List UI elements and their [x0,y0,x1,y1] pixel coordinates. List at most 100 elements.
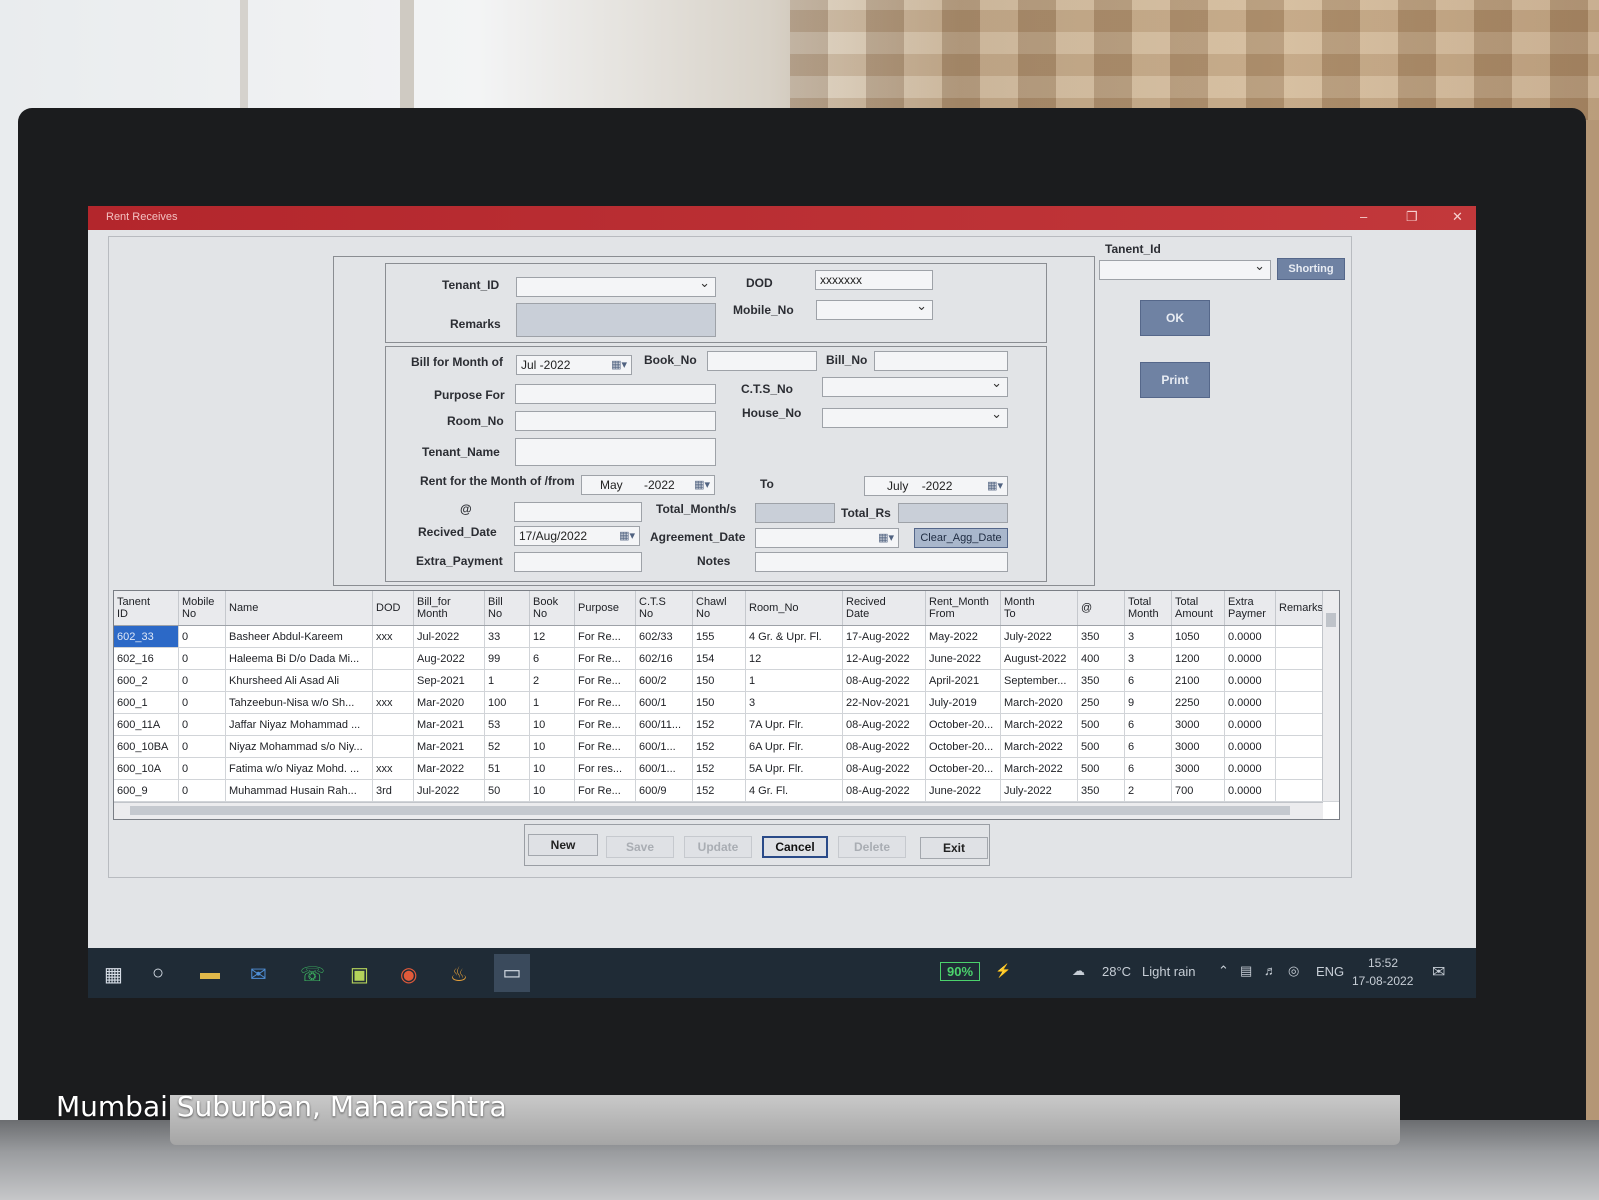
purpose-field[interactable] [515,384,716,404]
pycharm-icon[interactable]: ▣ [350,962,369,987]
table-cell[interactable]: 52 [484,735,530,758]
table-cell[interactable]: 0 [178,735,226,758]
table-cell[interactable]: 350 [1077,779,1125,802]
agreement-date-picker[interactable] [755,528,899,548]
table-row[interactable]: 600_1 0 Tahzeebun-Nisa w/o Sh... xxx Mar-202… [114,691,1339,714]
table-cell[interactable]: 1 [745,669,843,692]
table-cell[interactable]: 0 [178,779,226,802]
table-cell[interactable]: 600/1... [635,757,693,780]
globe-icon[interactable]: ◎ [1288,963,1299,979]
weather-text[interactable]: Light rain [1142,964,1195,979]
delete-button[interactable]: Delete [838,836,906,858]
table-cell[interactable]: 5A Upr. Flr. [745,757,843,780]
table-cell[interactable] [372,713,414,736]
update-button[interactable]: Update [684,836,752,858]
table-cell[interactable] [1275,625,1329,648]
cancel-button[interactable]: Cancel [762,836,828,858]
table-cell[interactable]: 08-Aug-2022 [842,757,926,780]
table-cell[interactable]: For Re... [574,735,636,758]
whatsapp-icon[interactable]: ☏ [300,962,325,987]
table-cell[interactable]: xxx [372,691,414,714]
column-header[interactable]: Room_No [745,591,843,626]
dod-field[interactable]: xxxxxxx [815,270,933,290]
table-cell[interactable]: 3000 [1171,757,1225,780]
table-cell[interactable]: 350 [1077,669,1125,692]
table-cell[interactable]: September... [1000,669,1078,692]
table-cell[interactable]: Fatima w/o Niyaz Mohd. ... [225,757,373,780]
table-cell[interactable]: 0 [178,625,226,648]
horizontal-scrollbar[interactable] [114,802,1323,819]
table-cell[interactable]: 6 [529,647,575,670]
table-cell[interactable]: 99 [484,647,530,670]
print-button[interactable]: Print [1140,362,1210,398]
table-cell[interactable]: 602_16 [114,647,179,670]
table-row[interactable]: 600_2 0 Khursheed Ali Asad Ali Sep-2021 1 2 Fo… [114,669,1339,692]
table-cell[interactable]: July-2019 [925,691,1001,714]
table-cell[interactable] [372,647,414,670]
table-cell[interactable]: 0.0000 [1224,713,1276,736]
table-cell[interactable]: 700 [1171,779,1225,802]
table-cell[interactable]: 2100 [1171,669,1225,692]
table-cell[interactable]: 100 [484,691,530,714]
table-cell[interactable]: Jaffar Niyaz Mohammad ... [225,713,373,736]
table-cell[interactable]: Aug-2022 [413,647,485,670]
column-header[interactable]: Month To [1000,591,1078,626]
column-header[interactable]: Name [225,591,373,626]
column-header[interactable]: Total Amount [1171,591,1225,626]
vertical-scrollbar[interactable] [1322,591,1339,801]
table-cell[interactable]: 0 [178,647,226,670]
battery-indicator[interactable]: 90% [940,962,981,981]
table-cell[interactable]: 08-Aug-2022 [842,779,926,802]
table-cell[interactable]: 6 [1124,735,1172,758]
table-cell[interactable]: 152 [692,735,746,758]
table-cell[interactable]: 152 [692,779,746,802]
table-cell[interactable]: Niyaz Mohammad s/o Niy... [225,735,373,758]
column-header[interactable]: Total Month [1124,591,1172,626]
table-cell[interactable]: 1200 [1171,647,1225,670]
table-cell[interactable]: 0.0000 [1224,647,1276,670]
table-cell[interactable]: 3 [1124,625,1172,648]
table-cell[interactable]: Mar-2021 [413,735,485,758]
column-header[interactable]: Mobile No [178,591,226,626]
table-cell[interactable] [372,669,414,692]
table-cell[interactable]: 0 [178,691,226,714]
table-cell[interactable] [1275,757,1329,780]
rent-to-picker[interactable]: July -2022 [864,476,1008,496]
table-cell[interactable]: 350 [1077,625,1125,648]
total-rs-field[interactable] [898,503,1008,523]
table-cell[interactable]: 12 [529,625,575,648]
table-cell[interactable]: For Re... [574,669,636,692]
table-cell[interactable]: 3rd [372,779,414,802]
table-cell[interactable]: For Re... [574,779,636,802]
table-cell[interactable]: For res... [574,757,636,780]
table-cell[interactable]: October-20... [925,713,1001,736]
table-cell[interactable] [1275,735,1329,758]
windows-start-icon[interactable]: ▦ [104,962,123,987]
table-cell[interactable]: 12 [745,647,843,670]
weather-icon[interactable]: ☁ [1072,963,1085,979]
cts-dropdown[interactable] [822,375,1008,397]
table-cell[interactable]: 50 [484,779,530,802]
table-cell[interactable]: June-2022 [925,647,1001,670]
volume-icon[interactable]: ♬ [1264,963,1277,978]
table-row[interactable]: 600_11A 0 Jaffar Niyaz Mohammad ... Mar-202… [114,713,1339,736]
table-cell[interactable]: August-2022 [1000,647,1078,670]
notifications-icon[interactable]: ✉ [1432,962,1445,982]
table-cell[interactable]: 33 [484,625,530,648]
column-header[interactable]: Bill No [484,591,530,626]
table-cell[interactable]: 500 [1077,713,1125,736]
table-cell[interactable]: 0 [178,669,226,692]
column-header[interactable]: Recived Date [842,591,926,626]
table-row[interactable]: 600_10A 0 Fatima w/o Niyaz Mohd. ... xxx Mar… [114,757,1339,780]
total-months-field[interactable] [755,503,835,523]
table-cell[interactable]: 08-Aug-2022 [842,735,926,758]
tenant-name-field[interactable] [515,438,716,466]
table-cell[interactable]: April-2021 [925,669,1001,692]
tanent-id-dropdown[interactable] [1099,258,1271,280]
extra-payment-field[interactable] [514,552,642,572]
table-cell[interactable]: May-2022 [925,625,1001,648]
table-cell[interactable]: 9 [1124,691,1172,714]
at-field[interactable] [514,502,642,522]
clock-time[interactable]: 15:52 [1368,956,1398,970]
clock-date[interactable]: 17-08-2022 [1352,974,1413,988]
